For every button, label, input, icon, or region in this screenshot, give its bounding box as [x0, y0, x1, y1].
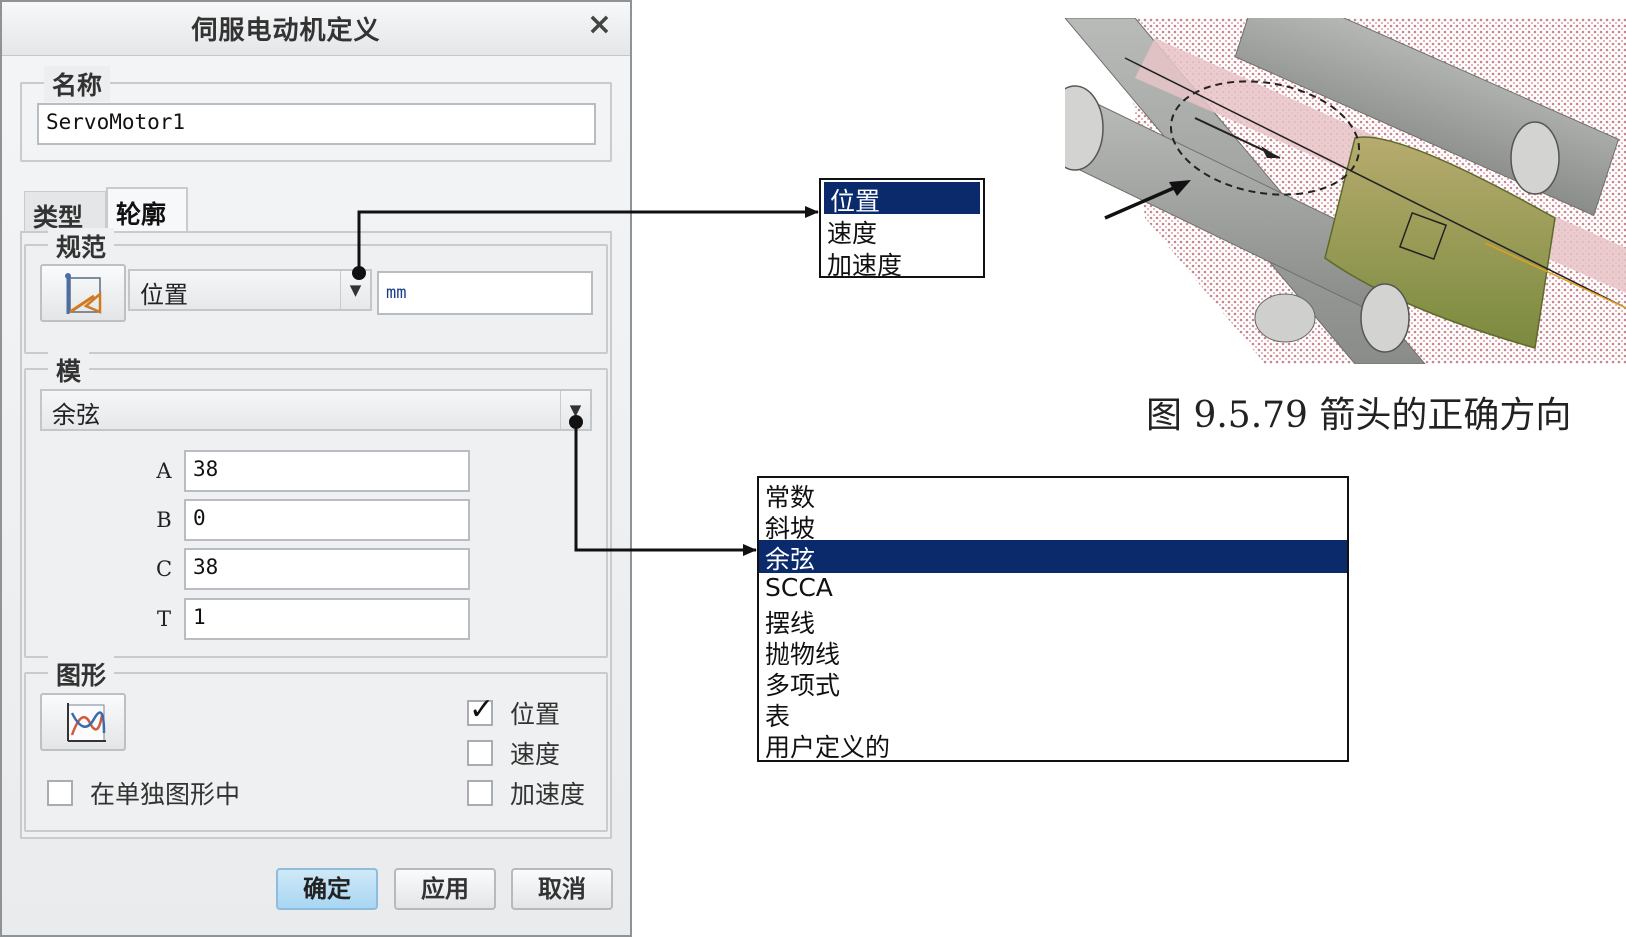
spec-dropdown-list: 位置 速度 加速度	[819, 178, 985, 280]
param-b-label: B	[156, 508, 172, 532]
chevron-down-icon[interactable]: ▼	[560, 391, 590, 429]
param-t-label: T	[156, 607, 171, 631]
close-icon[interactable]: ×	[587, 10, 612, 40]
spec-option-acceleration[interactable]: 加速度	[821, 246, 983, 280]
dialog-title: 伺服电动机定义	[191, 16, 381, 46]
velocity-label: 速度	[510, 740, 561, 769]
model-option[interactable]: SCCA	[759, 573, 1347, 604]
separate-graph-checkbox[interactable]	[47, 780, 73, 806]
motion-profile-icon	[65, 273, 102, 314]
tab-profile[interactable]: 轮廓	[106, 187, 188, 231]
figure-caption: 图 9.5.79 箭头的正确方向	[1146, 395, 1572, 436]
dialog-titlebar: 伺服电动机定义 ×	[2, 2, 630, 56]
model-option-selected[interactable]: 余弦	[759, 540, 1347, 574]
spec-combo-value: 位置	[140, 281, 188, 309]
model-option[interactable]: 常数	[759, 478, 1347, 512]
unit-field[interactable]: mm	[377, 271, 593, 315]
servo-mechanism-image	[1065, 18, 1626, 364]
apply-button[interactable]: 应用	[394, 868, 496, 910]
model-combo-value: 余弦	[52, 401, 100, 429]
model-option[interactable]: 摆线	[759, 604, 1347, 638]
spec-option-velocity[interactable]: 速度	[821, 214, 983, 248]
spec-legend: 规范	[48, 228, 115, 264]
position-label: 位置	[510, 700, 561, 729]
model-option[interactable]: 表	[759, 697, 1347, 731]
model-legend: 模	[48, 352, 90, 388]
param-a-input[interactable]: 38	[184, 450, 470, 492]
graph-legend: 图形	[48, 656, 115, 692]
servo-motor-dialog: 伺服电动机定义 × 名称 ServoMotor1 类型 轮廓 规范 位置 ▼ m…	[0, 0, 632, 937]
graph-icon	[67, 703, 106, 742]
model-dropdown-list: 常数 斜坡 余弦 SCCA 摆线 抛物线 多项式 表 用户定义的	[757, 476, 1349, 762]
param-c-input[interactable]: 38	[184, 548, 470, 590]
name-legend: 名称	[44, 66, 111, 102]
acceleration-label: 加速度	[510, 780, 586, 809]
name-input[interactable]: ServoMotor1	[37, 103, 596, 145]
velocity-checkbox[interactable]	[467, 740, 493, 766]
model-option[interactable]: 斜坡	[759, 509, 1347, 543]
spec-combo[interactable]: 位置 ▼	[128, 269, 372, 311]
cancel-button[interactable]: 取消	[511, 868, 613, 910]
model-option[interactable]: 抛物线	[759, 635, 1347, 669]
model-option[interactable]: 多项式	[759, 666, 1347, 700]
param-a-label: A	[156, 459, 172, 483]
param-c-label: C	[155, 557, 173, 581]
graph-button[interactable]	[40, 693, 126, 751]
checkmark-icon: ✓	[469, 692, 495, 727]
param-t-input[interactable]: 1	[184, 598, 470, 640]
model-option[interactable]: 用户定义的	[759, 728, 1347, 762]
mechanism-figure	[1065, 18, 1626, 364]
model-combo[interactable]: 余弦 ▼	[40, 389, 592, 431]
acceleration-checkbox[interactable]	[467, 780, 493, 806]
param-b-input[interactable]: 0	[184, 499, 470, 541]
chevron-down-icon[interactable]: ▼	[340, 271, 370, 309]
position-checkbox[interactable]: ✓	[467, 692, 494, 727]
separate-graph-label: 在单独图形中	[90, 780, 241, 809]
spec-sketch-button[interactable]	[40, 264, 126, 322]
ok-button[interactable]: 确定	[276, 868, 378, 910]
spec-option-position[interactable]: 位置	[824, 182, 980, 216]
